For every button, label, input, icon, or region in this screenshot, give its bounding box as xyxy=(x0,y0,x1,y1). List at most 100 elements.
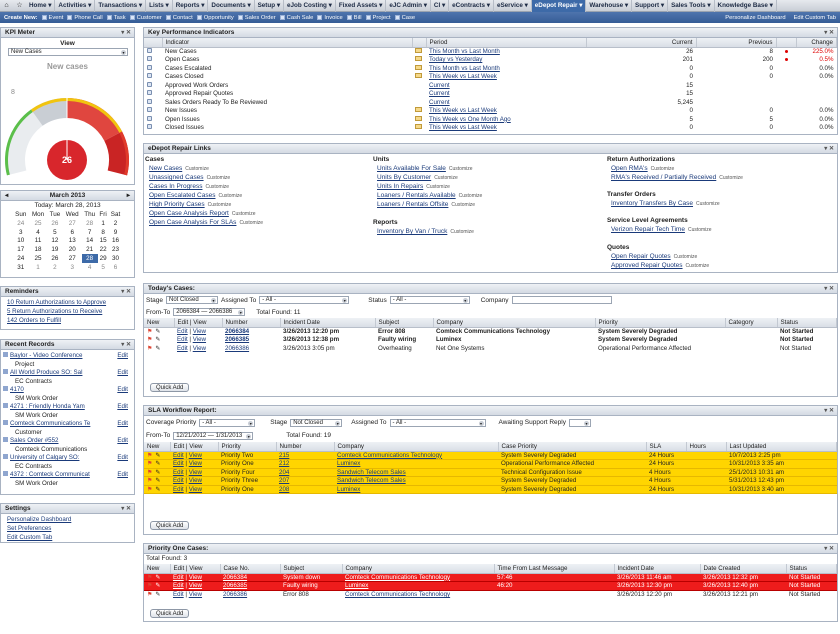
edit-link[interactable]: Edit xyxy=(177,328,188,335)
calendar-date[interactable]: 29 xyxy=(98,254,109,263)
recent-record-link[interactable]: All World Produce SO: Sal xyxy=(10,369,82,376)
kpi-period-link[interactable]: This Month vs Last Month xyxy=(429,48,500,55)
calendar-date[interactable]: 4 xyxy=(82,263,98,272)
fromto-select[interactable]: 2066384 — 2066386 ▾ xyxy=(173,308,246,316)
recent-record-link[interactable]: 4170 xyxy=(10,386,24,393)
create-opportunity-link[interactable]: Opportunity xyxy=(196,15,238,21)
home-icon[interactable]: ⌂ xyxy=(2,1,11,10)
nav-tab-econtracts[interactable]: eContracts ▾ xyxy=(449,0,494,12)
calendar-date[interactable]: 16 xyxy=(109,237,123,246)
customize-link[interactable]: Customize xyxy=(239,220,263,226)
panel-controls-icon[interactable]: ▾ ✕ xyxy=(121,340,131,350)
kpi-period-link[interactable]: This Week vs Last Week xyxy=(429,73,497,80)
kpi-settings-icon[interactable] xyxy=(147,90,152,96)
reminder-link[interactable]: 10 Return Authorizations to Approve xyxy=(7,299,106,306)
trend-chart-icon[interactable] xyxy=(415,56,422,62)
status-select[interactable]: - All - ▾ xyxy=(389,296,470,304)
customize-link[interactable]: Customize xyxy=(434,175,458,181)
calendar-date[interactable]: 5 xyxy=(47,228,63,237)
create-event-link[interactable]: Event xyxy=(41,15,68,21)
col-number[interactable]: Number xyxy=(276,442,335,452)
calendar-date[interactable]: 17 xyxy=(13,245,30,254)
calendar-date[interactable]: 8 xyxy=(98,228,109,237)
personalize-dashboard-link[interactable]: Personalize Dashboard xyxy=(725,15,785,21)
table-row[interactable]: ⚑ ✎ Edit | View 2066386 Error 808 Comteck Com… xyxy=(144,590,837,599)
quick-add-button[interactable]: Quick Add xyxy=(150,609,190,618)
nav-tab-setup[interactable]: Setup ▾ xyxy=(255,0,285,12)
calendar-date[interactable]: 6 xyxy=(63,228,82,237)
calendar-date[interactable]: 19 xyxy=(47,245,63,254)
kpi-col-header[interactable] xyxy=(776,38,797,48)
edit-link[interactable]: Edit xyxy=(173,477,184,484)
table-row[interactable]: ⚑ ✎ Edit | View 2066386 3/26/2013 3:05 pm Ove… xyxy=(144,344,837,353)
nav-tab-activities[interactable]: Activities ▾ xyxy=(55,0,96,12)
calendar-date[interactable]: 11 xyxy=(29,237,47,246)
col-date-created[interactable]: Date Created xyxy=(700,564,787,574)
create-phone-call-link[interactable]: Phone Call xyxy=(67,15,106,21)
customize-link[interactable]: Customize xyxy=(426,184,450,190)
nav-tab-sales-tools[interactable]: Sales Tools ▾ xyxy=(668,0,715,12)
kpi-period-link[interactable]: This Week vs One Month Ago xyxy=(429,116,511,123)
calendar-date[interactable]: 24 xyxy=(13,254,30,263)
recent-record-link[interactable]: 4271 : Friendly Honda Yam xyxy=(10,403,85,410)
cell-link[interactable]: Comteck Communications Technology xyxy=(337,452,442,459)
cell-link[interactable]: Luminex xyxy=(337,486,360,493)
col-edit-view[interactable]: Edit | View xyxy=(174,318,223,328)
link-loaners-rentals-offsite[interactable]: Loaners / Rentals Offsite xyxy=(377,201,448,208)
stage-select[interactable]: Not Closed ▾ xyxy=(166,296,218,304)
calendar-date[interactable]: 25 xyxy=(29,254,47,263)
edit-link[interactable]: Edit xyxy=(173,574,184,581)
nav-tab-knowledge-base[interactable]: Knowledge Base ▾ xyxy=(715,0,777,12)
recent-record-link[interactable]: Sales Order #552 xyxy=(10,437,59,444)
table-row[interactable]: ⚑ ✎ Edit | View Priority Four 204 Sandwich Te… xyxy=(144,468,837,477)
kpi-col-header[interactable]: Previous xyxy=(696,38,777,48)
edit-link[interactable]: Edit xyxy=(173,582,184,589)
prev-month-icon[interactable]: ◂ xyxy=(5,191,8,201)
actions-icon[interactable]: ✎ xyxy=(155,592,160,598)
recent-record-edit[interactable]: Edit xyxy=(117,420,128,429)
cell-link[interactable]: 2066384 xyxy=(223,574,247,581)
link-units-in-repairs[interactable]: Units In Repairs xyxy=(377,183,423,190)
col-status[interactable]: Status xyxy=(777,318,837,328)
col-subject[interactable]: Subject xyxy=(280,564,343,574)
case-number-link[interactable]: 2066384 xyxy=(225,328,249,335)
calendar-date[interactable]: 13 xyxy=(63,237,82,246)
recent-record-edit[interactable]: Edit xyxy=(117,403,128,412)
col-new[interactable]: New xyxy=(144,564,171,574)
cell-link[interactable]: Comteck Communications Technology xyxy=(345,574,450,581)
nav-tab-ejob-costing[interactable]: eJob Costing ▾ xyxy=(284,0,336,12)
view-link[interactable]: View xyxy=(193,328,206,335)
kpi-settings-icon[interactable] xyxy=(147,64,152,70)
calendar-date[interactable]: 24 xyxy=(13,219,30,228)
edit-link[interactable]: Edit xyxy=(173,452,184,459)
kpi-settings-icon[interactable] xyxy=(147,56,152,62)
view-link[interactable]: View xyxy=(189,469,202,476)
quick-add-button[interactable]: Quick Add xyxy=(150,383,190,392)
create-cash-sale-link[interactable]: Cash Sale xyxy=(279,15,318,21)
calendar-date[interactable]: 20 xyxy=(63,245,82,254)
col-subject[interactable]: Subject xyxy=(375,318,434,328)
customize-link[interactable]: Customize xyxy=(686,263,710,269)
calendar-date[interactable]: 22 xyxy=(98,245,109,254)
panel-controls-icon[interactable]: ▾ ✕ xyxy=(824,284,834,294)
col-edit-view[interactable]: Edit | View xyxy=(170,442,219,452)
actions-icon[interactable]: ✎ xyxy=(155,478,160,484)
calendar-date[interactable]: 6 xyxy=(109,263,123,272)
trend-chart-icon[interactable] xyxy=(415,64,422,70)
trend-chart-icon[interactable] xyxy=(415,73,422,79)
flag-icon[interactable]: ⚑ xyxy=(147,583,152,589)
recent-record-edit[interactable]: Edit xyxy=(117,386,128,395)
customize-link[interactable]: Customize xyxy=(688,227,712,233)
view-link[interactable]: View xyxy=(189,486,202,493)
calendar-date[interactable]: 25 xyxy=(29,219,47,228)
col-category[interactable]: Category xyxy=(725,318,778,328)
calendar-date[interactable]: 12 xyxy=(47,237,63,246)
col-case-priority[interactable]: Case Priority xyxy=(498,442,647,452)
link-unassigned-cases[interactable]: Unassigned Cases xyxy=(149,174,204,181)
trend-chart-icon[interactable] xyxy=(415,107,422,113)
calendar-date[interactable]: 3 xyxy=(13,228,30,237)
table-row[interactable]: ⚑ ✎ Edit | View 2066384 3/26/2013 12:20 pm Er… xyxy=(144,327,837,336)
customize-link[interactable]: Customize xyxy=(459,193,483,199)
assigned-select[interactable]: - All - ▾ xyxy=(259,296,350,304)
kpi-col-header[interactable] xyxy=(412,38,427,48)
